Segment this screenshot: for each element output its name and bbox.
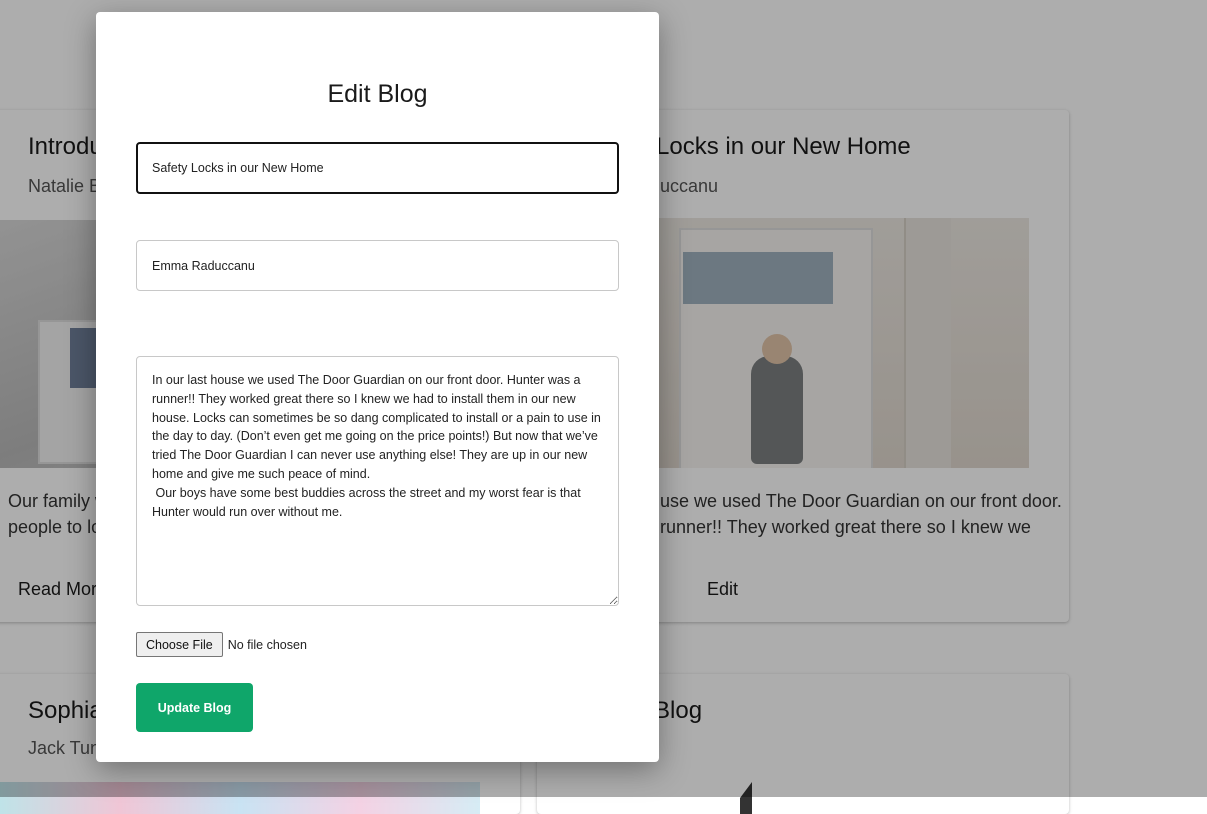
blog-title-input[interactable]: [136, 142, 619, 194]
image-upload: Choose File No file chosen: [136, 632, 307, 657]
update-blog-button[interactable]: Update Blog: [136, 683, 253, 732]
modal-title: Edit Blog: [327, 80, 428, 108]
file-status-text: No file chosen: [227, 637, 307, 652]
choose-file-button[interactable]: Choose File: [136, 632, 223, 657]
edit-blog-modal: Edit Blog Choose File No file chosen Upd…: [96, 12, 659, 762]
blog-author-input[interactable]: [136, 240, 619, 291]
blog-content-textarea[interactable]: [136, 356, 619, 606]
